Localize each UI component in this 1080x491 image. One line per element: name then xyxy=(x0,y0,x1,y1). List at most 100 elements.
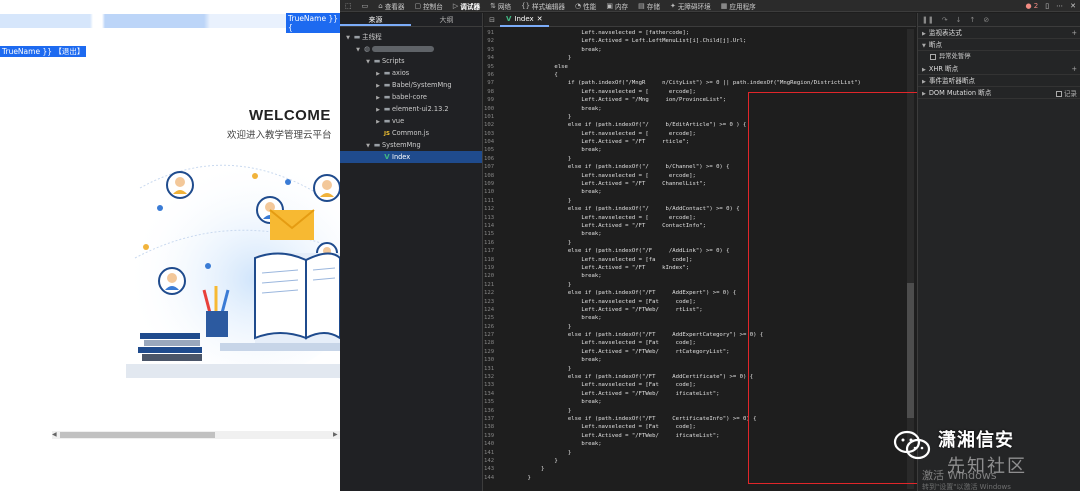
line-number[interactable]: 101 xyxy=(484,113,500,121)
code-line[interactable]: 92 Left.Actived = Left.LeftMenuList[i].C… xyxy=(484,37,904,45)
line-number[interactable]: 143 xyxy=(484,465,500,473)
code-line[interactable]: 95 else xyxy=(484,63,904,71)
tree-item[interactable]: V Index xyxy=(340,151,482,163)
scroll-right-arrow-icon[interactable]: ▶ xyxy=(333,431,338,438)
tree-item[interactable]: ▶ ▬ babel-core xyxy=(340,91,482,103)
close-tab-icon[interactable]: ✕ xyxy=(537,15,543,23)
toolbar-item-home[interactable]: ⌂ 查看器 xyxy=(373,0,409,12)
toolbar-item-debugger[interactable]: ▷ 调试器 xyxy=(448,0,485,12)
line-number[interactable]: 105 xyxy=(484,146,500,154)
line-number[interactable]: 93 xyxy=(484,46,500,54)
toolbar-item-performance[interactable]: ◔ 性能 xyxy=(570,0,601,12)
tab-outline[interactable]: 大纲 xyxy=(411,13,482,26)
line-number[interactable]: 102 xyxy=(484,121,500,129)
code-line[interactable]: 97 if (path.indexOf("/MngR n/CityList") … xyxy=(484,79,904,87)
add-xhr-breakpoint-icon[interactable]: + xyxy=(1071,63,1077,75)
toolbar-item-console[interactable]: ▢ 控制台 xyxy=(409,0,447,12)
line-number[interactable]: 108 xyxy=(484,172,500,180)
line-number[interactable]: 114 xyxy=(484,222,500,230)
line-number[interactable]: 133 xyxy=(484,381,500,389)
line-number[interactable]: 135 xyxy=(484,398,500,406)
watch-expressions-section[interactable]: ▶ 监视表达式 + xyxy=(918,27,1080,39)
line-number[interactable]: 123 xyxy=(484,298,500,306)
line-number[interactable]: 106 xyxy=(484,155,500,163)
add-watch-icon[interactable]: + xyxy=(1071,27,1077,39)
line-number[interactable]: 131 xyxy=(484,365,500,373)
step-out-icon[interactable]: ↑ xyxy=(969,16,975,24)
dom-mutation-breakpoints-section[interactable]: ▶ DOM Mutation 断点 xyxy=(918,87,1080,99)
tree-item[interactable]: ▶ ▬ Babel/SystemMng xyxy=(340,79,482,91)
tree-item[interactable]: ▶ ▬ element-ui2.13.2 xyxy=(340,103,482,115)
line-number[interactable]: 116 xyxy=(484,239,500,247)
line-number[interactable]: 95 xyxy=(484,63,500,71)
line-number[interactable]: 129 xyxy=(484,348,500,356)
close-devtools-icon[interactable]: ✕ xyxy=(1070,2,1076,10)
toolbar-item-accessibility[interactable]: ✦ 无障碍环境 xyxy=(665,0,716,12)
tree-item[interactable]: ▶ ▬ axios xyxy=(340,67,482,79)
line-number[interactable]: 97 xyxy=(484,79,500,87)
xhr-breakpoints-section[interactable]: ▶ XHR 断点 + xyxy=(918,63,1080,75)
tree-item[interactable]: ▼ ◍ xyxy=(340,43,482,55)
line-number[interactable]: 128 xyxy=(484,339,500,347)
line-number[interactable]: 142 xyxy=(484,457,500,465)
tree-item[interactable]: JS Common.js xyxy=(340,127,482,139)
line-number[interactable]: 117 xyxy=(484,247,500,255)
line-number[interactable]: 134 xyxy=(484,390,500,398)
line-number[interactable]: 99 xyxy=(484,96,500,104)
line-number[interactable]: 103 xyxy=(484,130,500,138)
line-number[interactable]: 132 xyxy=(484,373,500,381)
line-number[interactable]: 127 xyxy=(484,331,500,339)
more-menu-icon[interactable]: ⋯ xyxy=(1056,2,1063,10)
toolbar-item-application[interactable]: ▦ 应用程序 xyxy=(716,0,761,12)
code-line[interactable]: 94 } xyxy=(484,54,904,62)
line-number[interactable]: 104 xyxy=(484,138,500,146)
toolbar-item-inspect[interactable]: ⬚ xyxy=(340,0,357,12)
logout-link[interactable]: TrueName }} 【退出】 xyxy=(0,46,87,57)
toolbar-item-style-editor[interactable]: {} 样式编辑器 xyxy=(516,0,570,12)
toggle-sidebar-icon[interactable]: ⊟ xyxy=(484,16,500,24)
line-number[interactable]: 109 xyxy=(484,180,500,188)
pause-on-exceptions-checkbox[interactable] xyxy=(930,54,936,60)
line-number[interactable]: 115 xyxy=(484,230,500,238)
toolbar-item-memory[interactable]: ▣ 内存 xyxy=(601,0,633,12)
code-line[interactable]: 96 { xyxy=(484,71,904,79)
line-number[interactable]: 111 xyxy=(484,197,500,205)
line-number[interactable]: 138 xyxy=(484,423,500,431)
error-badge[interactable]: ● 2 xyxy=(1025,2,1038,10)
line-number[interactable]: 139 xyxy=(484,432,500,440)
deactivate-breakpoints-icon[interactable]: ⊘ xyxy=(983,16,989,24)
line-number[interactable]: 126 xyxy=(484,323,500,331)
code-line[interactable]: 91 Left.navselected = [fathercode]; xyxy=(484,29,904,37)
line-number[interactable]: 100 xyxy=(484,105,500,113)
line-number[interactable]: 110 xyxy=(484,188,500,196)
line-number[interactable]: 141 xyxy=(484,449,500,457)
breakpoints-section[interactable]: ▼ 断点 xyxy=(918,39,1080,51)
line-number[interactable]: 119 xyxy=(484,264,500,272)
step-over-icon[interactable]: ↷ xyxy=(942,16,948,24)
pause-on-exceptions-option[interactable]: 异常处暂停 xyxy=(918,51,1080,63)
line-number[interactable]: 91 xyxy=(484,29,500,37)
horizontal-scrollbar-thumb[interactable] xyxy=(60,432,215,438)
line-number[interactable]: 140 xyxy=(484,440,500,448)
line-number[interactable]: 125 xyxy=(484,314,500,322)
tree-item[interactable]: ▶ ▬ vue xyxy=(340,115,482,127)
tree-item[interactable]: ▼ ▬ SystemMng xyxy=(340,139,482,151)
tree-item[interactable]: ▼ ▬ 主线程 xyxy=(340,31,482,43)
pause-icon[interactable]: ❚❚ xyxy=(922,16,934,24)
line-number[interactable]: 113 xyxy=(484,214,500,222)
line-number[interactable]: 137 xyxy=(484,415,500,423)
tree-item[interactable]: ▼ ▬ Scripts xyxy=(340,55,482,67)
dock-icon[interactable]: ▯ xyxy=(1045,2,1049,10)
line-number[interactable]: 112 xyxy=(484,205,500,213)
line-number[interactable]: 136 xyxy=(484,407,500,415)
line-number[interactable]: 107 xyxy=(484,163,500,171)
line-number[interactable]: 94 xyxy=(484,54,500,62)
editor-tab-index[interactable]: V Index ✕ xyxy=(500,13,549,27)
line-number[interactable]: 118 xyxy=(484,256,500,264)
line-number[interactable]: 122 xyxy=(484,289,500,297)
code-line[interactable]: 93 break; xyxy=(484,46,904,54)
toolbar-item-network[interactable]: ⇅ 网络 xyxy=(485,0,516,12)
line-number[interactable]: 121 xyxy=(484,281,500,289)
toolbar-item-device[interactable]: ▭ xyxy=(357,0,374,12)
toolbar-item-storage[interactable]: ▤ 存储 xyxy=(633,0,665,12)
